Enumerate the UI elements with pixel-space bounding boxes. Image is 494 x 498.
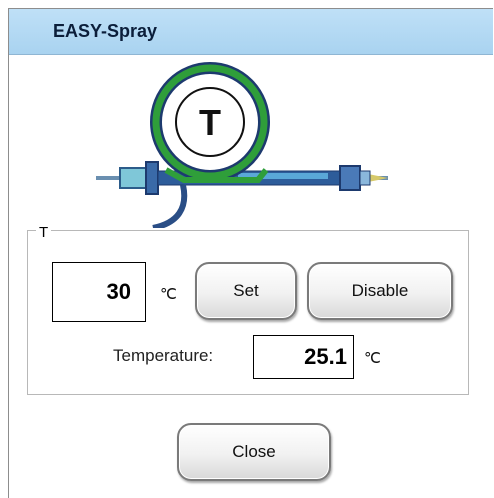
setpoint-unit: ℃ bbox=[160, 286, 177, 303]
set-button[interactable]: Set bbox=[195, 262, 297, 320]
left-connector bbox=[119, 167, 149, 189]
temperature-readout: 25.1 bbox=[253, 335, 354, 379]
group-label: T bbox=[36, 224, 52, 241]
setpoint-input[interactable] bbox=[52, 262, 146, 322]
window-title: EASY-Spray bbox=[53, 21, 158, 41]
disable-button[interactable]: Disable bbox=[307, 262, 453, 320]
temperature-value: 25.1 bbox=[304, 344, 347, 369]
right-tip-fitting bbox=[359, 170, 371, 186]
right-fitting bbox=[339, 165, 361, 191]
close-button[interactable]: Close bbox=[177, 423, 331, 481]
title-bar: EASY-Spray bbox=[9, 9, 493, 55]
temperature-unit: ℃ bbox=[364, 350, 381, 367]
easy-spray-emitter-image: T bbox=[96, 62, 388, 228]
temperature-badge-icon: T bbox=[199, 102, 221, 143]
left-nut bbox=[145, 161, 159, 195]
emitter-tip bbox=[368, 174, 388, 182]
temperature-label: Temperature: bbox=[113, 346, 214, 365]
